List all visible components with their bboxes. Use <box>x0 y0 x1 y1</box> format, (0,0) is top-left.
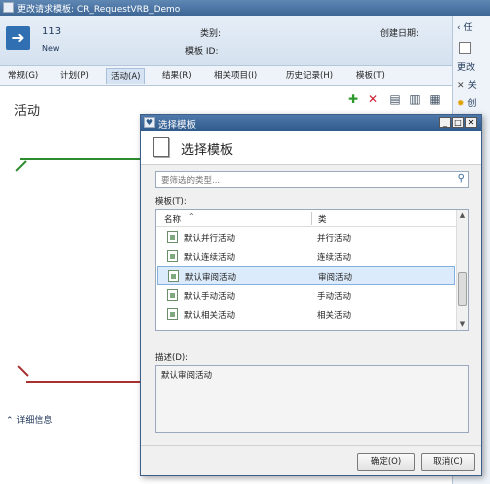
list-header: 名称 ⌃ 类 <box>156 210 456 227</box>
view-icon[interactable]: ▤ <box>388 92 402 106</box>
column-separator[interactable] <box>311 212 312 225</box>
description-field[interactable]: 默认审阅活动 <box>155 365 469 433</box>
tab-templates[interactable]: 模板(T) <box>352 68 389 84</box>
background-window-titlebar[interactable]: 更改请求模板: CR_RequestVRB_Demo <box>0 0 490 16</box>
dialog-footer: 确定(O) 取消(C) <box>141 445 481 475</box>
tab-general[interactable]: 常规(G) <box>4 68 42 84</box>
template-category: 并行活动 <box>317 234 352 244</box>
maximize-button[interactable]: □ <box>452 117 464 128</box>
list-item[interactable]: 默认手动活动 手动活动 <box>157 286 455 305</box>
list-item-selected[interactable]: 默认审阅活动 审阅活动 <box>157 266 455 285</box>
grid-icon[interactable]: ▦ <box>428 92 442 106</box>
close-button[interactable]: ✕ <box>465 117 477 128</box>
list-item[interactable]: 默认并行活动 并行活动 <box>157 228 455 247</box>
template-name: 默认连续活动 <box>184 253 236 263</box>
activity-template-icon <box>167 231 178 243</box>
template-category: 手动活动 <box>317 292 352 302</box>
task-pane-item[interactable]: ✕ 关 <box>457 78 477 91</box>
task-pane-item[interactable]: 更改 <box>457 60 475 73</box>
tab-plan[interactable]: 计划(P) <box>56 68 93 84</box>
description-label: 描述(D): <box>155 353 189 363</box>
tab-activities[interactable]: 活动(A) <box>106 68 146 84</box>
list-item[interactable]: 默认相关活动 相关活动 <box>157 305 455 324</box>
details-toggle[interactable]: ⌃ 详细信息 <box>6 413 52 426</box>
tab-bar: 常规(G) 计划(P) 活动(A) 结果(R) 相关项目(I) 历史记录(H) … <box>0 66 452 86</box>
template-category: 相关活动 <box>317 311 352 321</box>
search-icon[interactable]: ⚲ <box>458 173 465 184</box>
activity-connector-start <box>15 160 27 172</box>
dialog-header: 选择模板 <box>141 131 481 165</box>
dialog-window-icon: ♥ <box>144 117 155 128</box>
dialog-titlebar[interactable]: ♥ 选择模板 _ □ ✕ <box>141 115 481 131</box>
list-scrollbar[interactable]: ▲ ▼ <box>456 210 468 330</box>
change-request-icon: ➜ <box>6 26 30 50</box>
document-icon <box>153 137 169 157</box>
column-header-category[interactable]: 类 <box>318 213 327 225</box>
templates-label: 模板(T): <box>155 197 187 207</box>
task-pane-item[interactable]: ‹ 任 <box>457 20 472 33</box>
template-name: 默认并行活动 <box>184 234 236 244</box>
chevron-up-icon: ⌃ <box>6 416 14 426</box>
window-icon <box>3 2 14 13</box>
tab-history[interactable]: 历史记录(H) <box>282 68 337 84</box>
layout-icon[interactable]: ▥ <box>408 92 422 106</box>
template-id-label: 模板 ID: <box>185 47 219 57</box>
delete-icon[interactable]: ✕ <box>366 92 380 106</box>
activities-toolbar: ✚ ✕ ▤ ▥ ▦ <box>346 92 446 108</box>
template-name: 默认审阅活动 <box>185 273 237 283</box>
template-name: 默认手动活动 <box>184 292 236 302</box>
section-title: 活动 <box>14 104 41 119</box>
dialog-title: 选择模板 <box>158 120 197 131</box>
activity-template-icon <box>167 308 178 320</box>
scroll-down-icon[interactable]: ▼ <box>457 319 468 330</box>
created-date-label: 创建日期: <box>380 29 420 39</box>
template-category: 审阅活动 <box>318 273 353 283</box>
tab-results[interactable]: 结果(R) <box>158 68 196 84</box>
minimize-button[interactable]: _ <box>439 117 451 128</box>
activity-template-icon <box>168 270 179 282</box>
filter-input[interactable]: 要筛选的类型... ⚲ <box>155 171 469 188</box>
cancel-button[interactable]: 取消(C) <box>421 453 475 471</box>
template-category: 连续活动 <box>317 253 352 263</box>
activity-connector-top <box>20 158 140 160</box>
task-pane-item[interactable]: ✹ 创 <box>457 96 476 109</box>
add-icon[interactable]: ✚ <box>346 92 360 106</box>
select-template-dialog: ♥ 选择模板 _ □ ✕ 选择模板 要筛选的类型... ⚲ 模板(T): 名称 … <box>140 114 482 476</box>
request-id: 113 <box>42 26 62 37</box>
list-item[interactable]: 默认连续活动 连续活动 <box>157 247 455 266</box>
activity-template-icon <box>167 289 178 301</box>
dialog-heading: 选择模板 <box>181 143 234 158</box>
filter-placeholder: 要筛选的类型... <box>161 176 221 186</box>
column-header-name[interactable]: 名称 <box>164 213 181 225</box>
template-list[interactable]: 名称 ⌃ 类 默认并行活动 并行活动 默认连续活动 连续活动 默认审阅活动 审阅… <box>155 209 469 331</box>
activity-connector-bottom <box>26 381 142 383</box>
background-window-title: 更改请求模板: CR_RequestVRB_Demo <box>17 5 181 15</box>
tab-related-items[interactable]: 相关项目(I) <box>210 68 261 84</box>
ok-button[interactable]: 确定(O) <box>357 453 415 471</box>
scrollbar-thumb[interactable] <box>458 272 467 306</box>
activity-template-icon <box>167 250 178 262</box>
request-status: New <box>42 44 60 53</box>
sun-icon: ✹ <box>457 99 468 109</box>
scroll-up-icon[interactable]: ▲ <box>457 210 468 221</box>
request-header: ➜ 113 New 类别: 模板 ID: 创建日期: <box>0 16 452 66</box>
category-label: 类别: <box>200 29 222 39</box>
close-icon: ✕ <box>457 81 468 91</box>
activity-connector-end <box>17 365 29 377</box>
template-name: 默认相关活动 <box>184 311 236 321</box>
details-label: 详细信息 <box>16 416 53 426</box>
checkbox-icon[interactable] <box>459 42 471 54</box>
sort-ascending-icon: ⌃ <box>188 212 195 221</box>
